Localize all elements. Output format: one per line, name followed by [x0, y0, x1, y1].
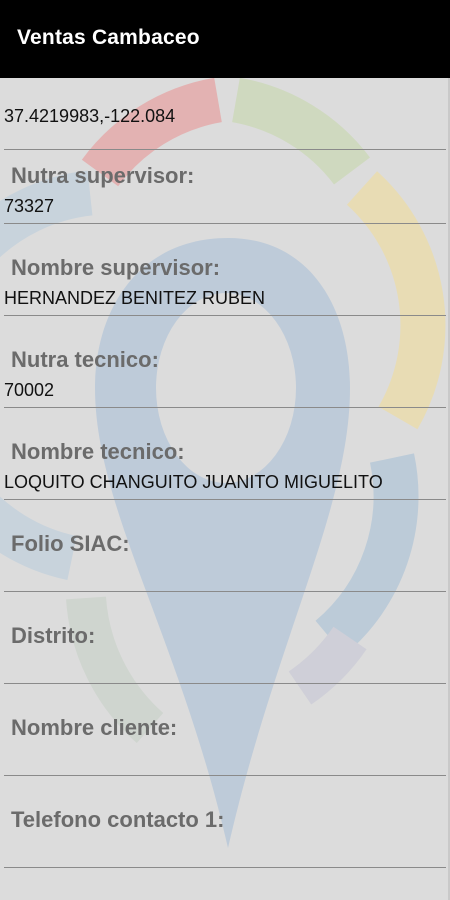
coordinates-field[interactable]: 37.4219983,-122.084	[0, 78, 450, 150]
client-name-field[interactable]: Nombre cliente:	[0, 702, 450, 794]
field-underline	[4, 591, 446, 592]
sales-form: 37.4219983,-122.084 Nutra supervisor: 73…	[0, 78, 450, 886]
technician-number-value[interactable]: 70002	[4, 380, 54, 401]
field-underline	[4, 223, 446, 224]
field-underline	[4, 683, 446, 684]
supervisor-name-value[interactable]: HERNANDEZ BENITEZ RUBEN	[4, 288, 265, 309]
supervisor-name-field[interactable]: Nombre supervisor: HERNANDEZ BENITEZ RUB…	[0, 242, 450, 334]
field-label: Folio SIAC:	[11, 531, 130, 556]
form-content[interactable]: 37.4219983,-122.084 Nutra supervisor: 73…	[0, 78, 450, 900]
app-title: Ventas Cambaceo	[17, 26, 200, 49]
field-label: Nombre cliente:	[11, 715, 178, 740]
field-underline	[4, 867, 446, 868]
field-underline	[4, 315, 446, 316]
supervisor-number-value[interactable]: 73327	[4, 196, 54, 217]
field-underline	[4, 499, 446, 500]
technician-number-field[interactable]: Nutra tecnico: 70002	[0, 334, 450, 426]
technician-name-field[interactable]: Nombre tecnico: LOQUITO CHANGUITO JUANIT…	[0, 426, 450, 518]
folio-siac-field[interactable]: Folio SIAC:	[0, 518, 450, 610]
field-label: Nutra supervisor:	[11, 163, 195, 188]
field-underline	[4, 775, 446, 776]
field-label: Telefono contacto 1:	[11, 807, 225, 832]
app-bar: Ventas Cambaceo	[0, 0, 450, 78]
field-underline	[4, 407, 446, 408]
field-label: Nutra tecnico:	[11, 347, 159, 372]
technician-name-value[interactable]: LOQUITO CHANGUITO JUANITO MIGUELITO	[4, 472, 383, 493]
contact-phone-1-field[interactable]: Telefono contacto 1:	[0, 794, 450, 886]
district-field[interactable]: Distrito:	[0, 610, 450, 702]
coordinates-value[interactable]: 37.4219983,-122.084	[4, 106, 175, 127]
supervisor-number-field[interactable]: Nutra supervisor: 73327	[0, 150, 450, 242]
field-label: Nombre tecnico:	[11, 439, 185, 464]
field-label: Distrito:	[11, 623, 96, 648]
field-label: Nombre supervisor:	[11, 255, 221, 280]
